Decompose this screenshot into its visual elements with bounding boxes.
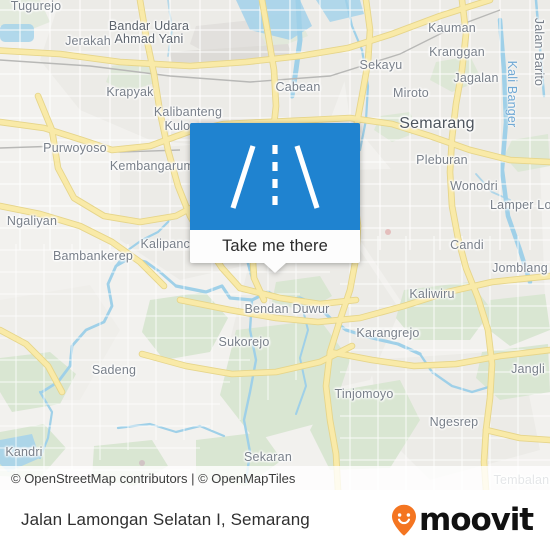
popup-header	[190, 123, 360, 230]
footer-bar: Jalan Lamongan Selatan I, Semarang moovi…	[0, 490, 550, 550]
popup-tail	[264, 263, 286, 273]
moovit-wordmark: moovit	[419, 501, 534, 538]
moovit-smiley-pin-icon	[392, 504, 417, 536]
place-title: Jalan Lamongan Selatan I, Semarang	[21, 510, 310, 529]
popup-footer[interactable]: Take me there	[190, 230, 360, 263]
attribution-text[interactable]: © OpenStreetMap contributors | © OpenMap…	[0, 471, 295, 486]
moovit-logo[interactable]: moovit	[391, 501, 534, 538]
map-screen: Tugurejo Bandar Udara Ahmad Yani Jerakah Kau…	[0, 0, 550, 550]
road-icon	[230, 144, 320, 209]
popup-label: Take me there	[222, 237, 328, 255]
take-me-there-popup[interactable]: Take me there	[190, 123, 360, 273]
map-attribution-bar: © OpenStreetMap contributors | © OpenMap…	[0, 466, 550, 490]
